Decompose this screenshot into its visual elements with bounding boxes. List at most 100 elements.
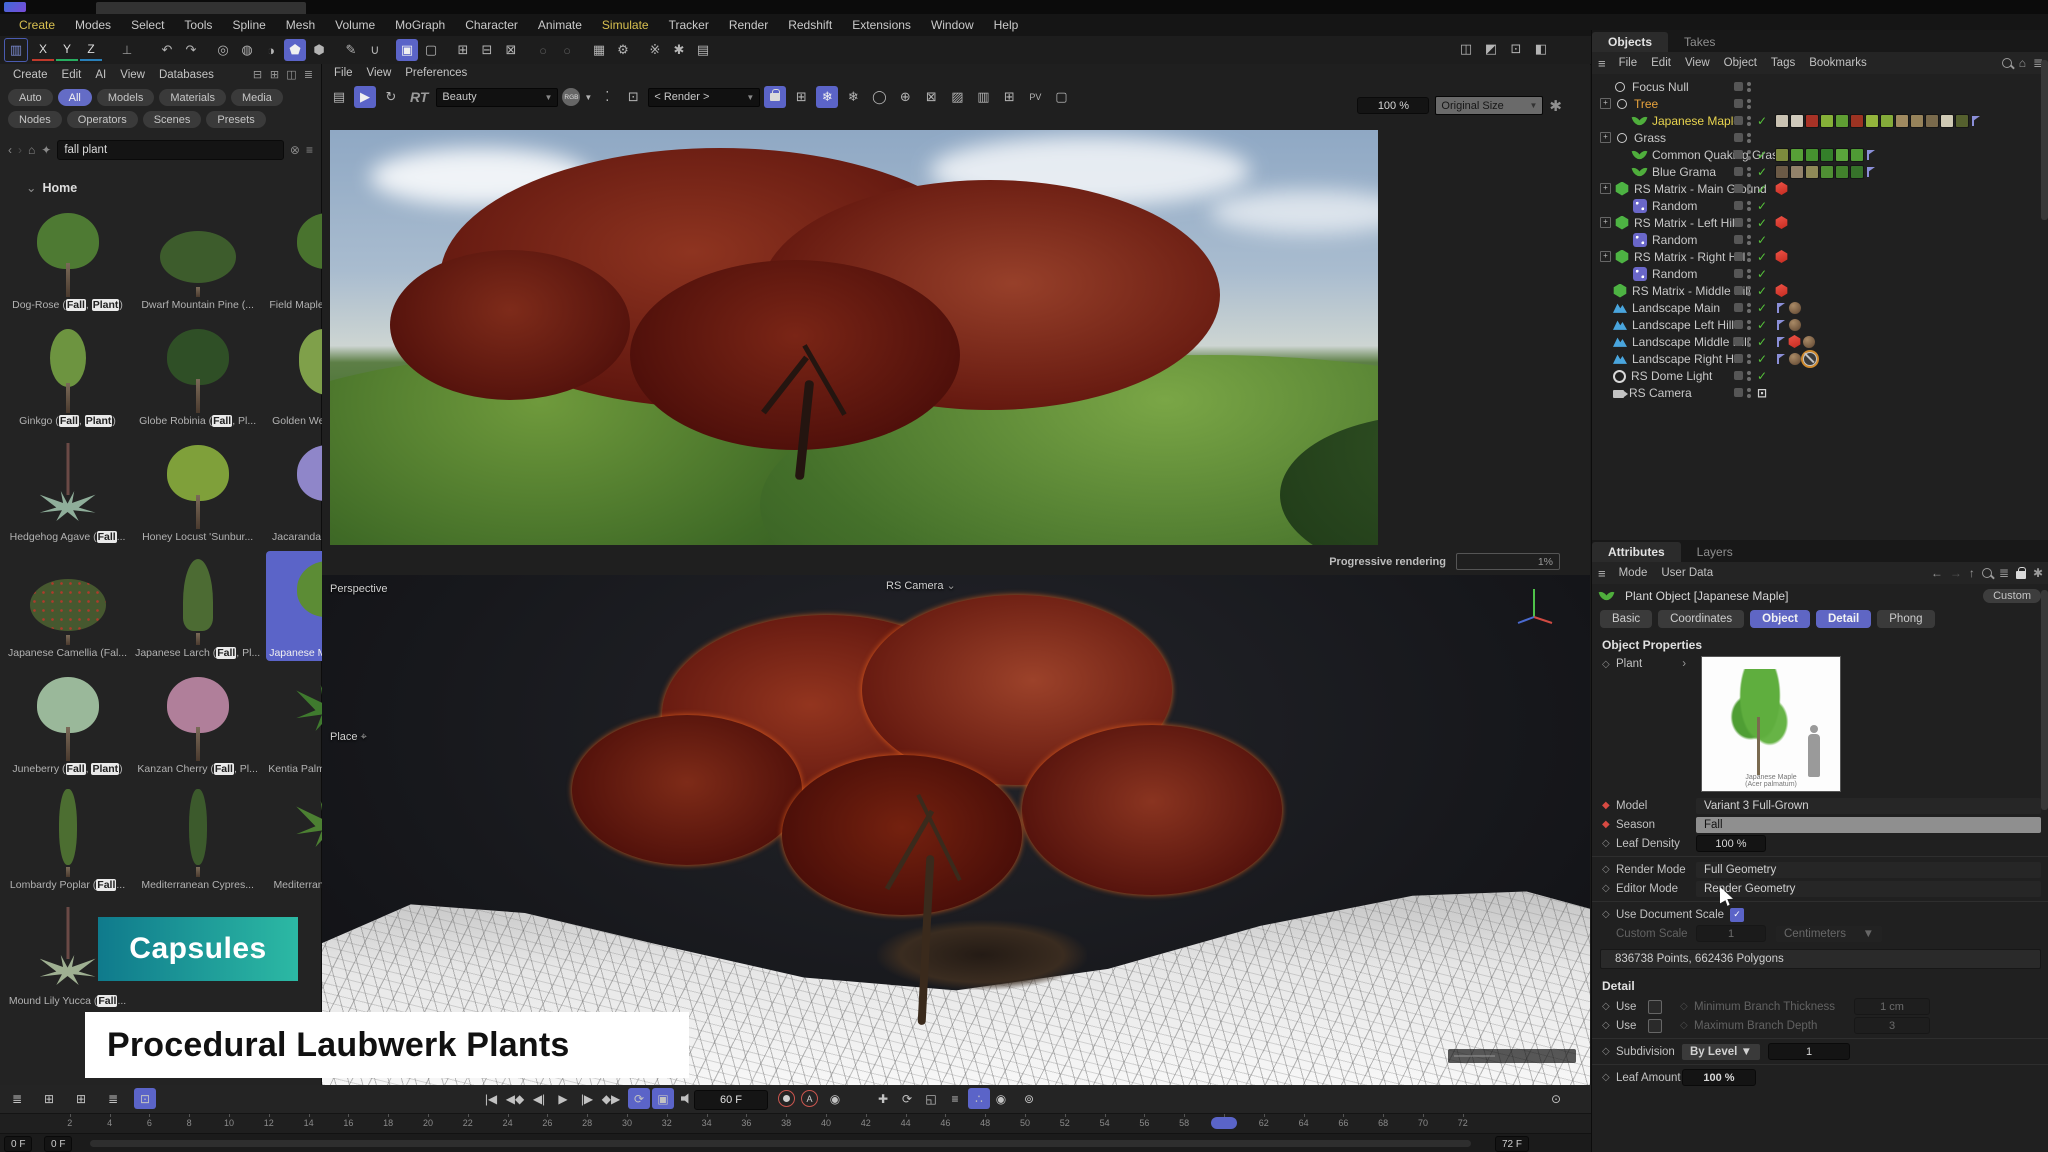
browser-footer-icon-0[interactable]: ≣ — [6, 1088, 28, 1109]
render-view-menu-file[interactable]: File — [328, 67, 359, 79]
menu-modes[interactable]: Modes — [66, 18, 120, 32]
toolbar-capsule-c-icon[interactable]: ⬢ — [308, 39, 330, 61]
attr-tab-detail[interactable]: Detail — [1816, 610, 1871, 628]
range-start-field2[interactable]: 0 F — [44, 1136, 72, 1152]
visibility-dots[interactable] — [1747, 303, 1751, 313]
menu-animate[interactable]: Animate — [529, 18, 591, 32]
enabled-check-icon[interactable]: ✓ — [1755, 233, 1769, 247]
keyframe-dot[interactable]: ◇ — [1602, 1020, 1616, 1031]
menu-window[interactable]: Window — [922, 18, 983, 32]
menu-simulate[interactable]: Simulate — [593, 18, 658, 32]
expand-toggle-icon[interactable]: + — [1600, 217, 1611, 228]
objects-menu-object[interactable]: Object — [1717, 57, 1764, 69]
flag-tag-icon[interactable] — [1775, 336, 1787, 348]
rv-pass-dropdown[interactable]: Beauty▼ — [436, 88, 558, 107]
range-start-field[interactable]: 0 F — [4, 1136, 32, 1152]
transport-go-to-start-icon[interactable]: |◀ — [480, 1088, 502, 1109]
asset-card-honey-locust-sunbur[interactable]: Honey Locust 'Sunbur... — [133, 435, 262, 545]
material-swatch[interactable] — [1820, 148, 1834, 162]
range-end-field[interactable]: 72 F — [1495, 1136, 1529, 1152]
enabled-check-icon[interactable]: ✓ — [1755, 250, 1769, 264]
attributes-menu-mode[interactable]: Mode — [1612, 567, 1655, 579]
menu-extensions[interactable]: Extensions — [843, 18, 920, 32]
rv-expand-icon[interactable]: ⊠ — [920, 86, 942, 108]
toolbar-render-settings-icon[interactable]: ⚙ — [612, 39, 634, 61]
object-row-rs-matrix-right-hill[interactable]: +RS Matrix - Right Hill✓ — [1592, 248, 2048, 265]
material-swatch[interactable] — [1805, 165, 1819, 179]
menu-render[interactable]: Render — [720, 18, 777, 32]
object-row-rs-matrix-middle-hill[interactable]: RS Matrix - Middle Hill✓ — [1592, 282, 2048, 299]
keyframe-dot[interactable]: ◆ — [1602, 819, 1616, 830]
asset-card-dog-rose[interactable]: Dog-Rose (Fall, Plant) — [6, 203, 129, 313]
rv-compare-icon[interactable]: ◯ — [868, 86, 890, 108]
back-icon[interactable]: ‹ — [8, 143, 12, 157]
chevron-down-icon[interactable]: ▼ — [584, 93, 592, 102]
transport-timeline-key-icon[interactable]: ⊙ — [1545, 1088, 1567, 1109]
visibility-dots[interactable] — [1747, 371, 1751, 381]
material-swatch[interactable] — [1895, 114, 1909, 128]
asset-card-japanese-larch[interactable]: Japanese Larch (Fall, Pl... — [133, 551, 262, 661]
rv-grid-icon[interactable]: ⊞ — [790, 86, 812, 108]
enabled-check-icon[interactable]: ✓ — [1755, 199, 1769, 213]
object-row-blue-grama[interactable]: Blue Grama✓ — [1592, 163, 2048, 180]
material-swatch[interactable] — [1820, 114, 1834, 128]
back-icon[interactable]: ← — [1931, 566, 1943, 580]
layer-chip[interactable] — [1734, 337, 1743, 346]
rv-crop-icon[interactable]: ⊡ — [622, 86, 644, 108]
objects-menu-file[interactable]: File — [1612, 57, 1645, 69]
object-row-landscape-left-hill[interactable]: Landscape Left Hill✓ — [1592, 316, 2048, 333]
material-swatch[interactable] — [1850, 148, 1864, 162]
sphere-tag-icon[interactable] — [1788, 301, 1802, 315]
toolbar-layout-c-icon[interactable]: ⊡ — [1505, 38, 1527, 60]
keyframe-dot[interactable]: ◇ — [1602, 883, 1616, 894]
browser-menu-ai[interactable]: AI — [88, 69, 113, 81]
visibility-dots[interactable] — [1747, 252, 1751, 262]
menu-tools[interactable]: Tools — [175, 18, 221, 32]
transport-prev-frame-icon[interactable]: ◀| — [528, 1088, 550, 1109]
menu-mesh[interactable]: Mesh — [277, 18, 324, 32]
objects-menu-edit[interactable]: Edit — [1644, 57, 1678, 69]
asset-card-globe-robinia[interactable]: Globe Robinia (Fall, Pl... — [133, 319, 262, 429]
filter-chip-operators[interactable]: Operators — [67, 111, 138, 128]
keyframe-dot[interactable]: ◇ — [1602, 864, 1616, 875]
enabled-check-icon[interactable]: ✓ — [1755, 369, 1769, 383]
redhex-tag-icon[interactable] — [1788, 335, 1801, 348]
sphere-tag-icon[interactable] — [1788, 352, 1802, 366]
visibility-dots[interactable] — [1747, 269, 1751, 279]
object-row-rs-matrix-main-ground[interactable]: +RS Matrix - Main Ground✓ — [1592, 180, 2048, 197]
view-label[interactable]: Perspective — [330, 583, 387, 595]
filter-chip-presets[interactable]: Presets — [206, 111, 265, 128]
rv-snapshot-g-icon[interactable]: ❄ — [842, 86, 864, 108]
lock-icon[interactable] — [2016, 571, 2026, 579]
tab-objects[interactable]: Objects — [1592, 32, 1668, 52]
redhex-tag-icon[interactable] — [1775, 284, 1788, 297]
toolbar-brush-icon[interactable]: ✎ — [340, 39, 362, 61]
object-row-random[interactable]: Random✓ — [1592, 265, 2048, 282]
home-icon[interactable]: ⌂ — [28, 143, 35, 157]
attr-tab-basic[interactable]: Basic — [1600, 610, 1652, 628]
menu-tracker[interactable]: Tracker — [660, 18, 718, 32]
attributes-menu-user-data[interactable]: User Data — [1654, 567, 1720, 579]
forward-icon[interactable]: → — [1950, 566, 1962, 580]
menu-spline[interactable]: Spline — [223, 18, 274, 32]
rv-film-icon[interactable]: ▤ — [328, 86, 350, 108]
toolbar-render-view-icon[interactable]: ▦ — [588, 39, 610, 61]
object-row-rs-matrix-left-hill[interactable]: +RS Matrix - Left Hill✓ — [1592, 214, 2048, 231]
visibility-dots[interactable] — [1747, 184, 1751, 194]
visibility-dots[interactable] — [1747, 388, 1751, 398]
transport-play-icon[interactable]: ▶ — [552, 1088, 574, 1109]
burger-icon[interactable]: ≡ — [1598, 56, 1606, 71]
object-row-common-quaking-grass[interactable]: Common Quaking Grass✓ — [1592, 146, 2048, 163]
enabled-check-icon[interactable]: ✓ — [1755, 301, 1769, 315]
transport-prev-key-icon[interactable]: ◀◆ — [504, 1088, 526, 1109]
season-dropdown[interactable]: Fall — [1696, 817, 2041, 833]
asset-card-japanese-camellia[interactable]: Japanese Camellia (Fal... — [6, 551, 129, 661]
material-swatch[interactable] — [1775, 148, 1789, 162]
render-view-menu-preferences[interactable]: Preferences — [399, 67, 473, 79]
material-swatch[interactable] — [1940, 114, 1954, 128]
visibility-dots[interactable] — [1747, 201, 1751, 211]
enabled-check-icon[interactable]: ✓ — [1755, 267, 1769, 281]
transport-play-range-icon[interactable]: ▣ — [652, 1088, 674, 1109]
axis-x-button[interactable]: X — [32, 39, 54, 61]
sphere-tag-icon[interactable] — [1802, 335, 1816, 349]
